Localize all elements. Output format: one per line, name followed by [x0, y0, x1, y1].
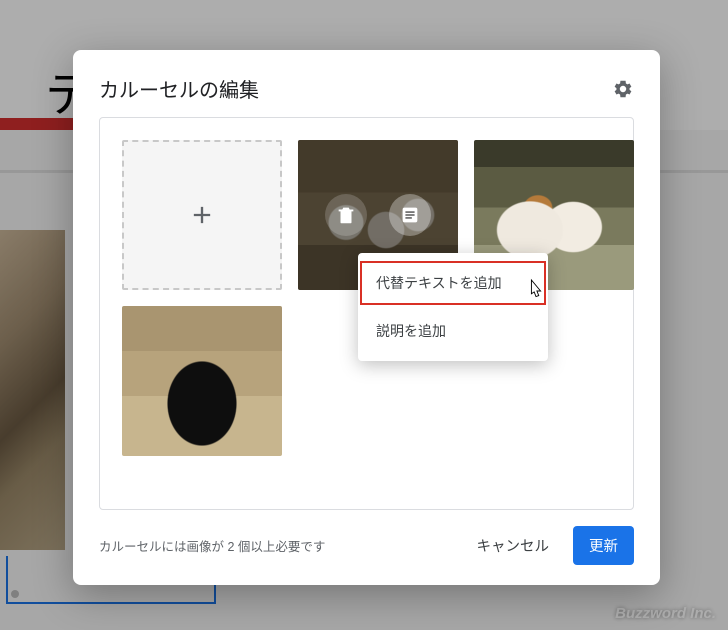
image-thumb-black-goat: [122, 306, 282, 456]
trash-icon: [335, 204, 357, 226]
text-options-popover: 代替テキストを追加 説明を追加: [358, 253, 548, 361]
settings-button[interactable]: [612, 78, 634, 100]
footer-buttons: キャンセル 更新: [467, 526, 635, 565]
gear-icon: [612, 78, 634, 100]
image-tile-3[interactable]: [122, 306, 282, 456]
plus-icon: [188, 201, 216, 229]
menu-item-add-alt-text[interactable]: 代替テキストを追加: [358, 259, 548, 307]
cancel-button[interactable]: キャンセル: [467, 527, 560, 564]
add-image-tile[interactable]: [122, 140, 282, 290]
dialog-title: カルーセルの編集: [99, 74, 259, 103]
dialog-footer: カルーセルには画像が 2 個以上必要です キャンセル 更新: [99, 526, 634, 565]
delete-image-button[interactable]: [325, 194, 367, 236]
dialog-header: カルーセルの編集: [99, 74, 634, 103]
update-button[interactable]: 更新: [573, 526, 634, 565]
app-stage: テ Buzzword Inc. カルーセルの編集: [0, 0, 728, 630]
footer-note: カルーセルには画像が 2 個以上必要です: [99, 536, 325, 555]
menu-item-add-description[interactable]: 説明を追加: [358, 307, 548, 355]
text-lines-icon: [399, 204, 421, 226]
tiles-container: 代替テキストを追加 説明を追加: [99, 117, 634, 510]
text-options-button[interactable]: [389, 194, 431, 236]
carousel-edit-dialog: カルーセルの編集: [73, 50, 660, 585]
